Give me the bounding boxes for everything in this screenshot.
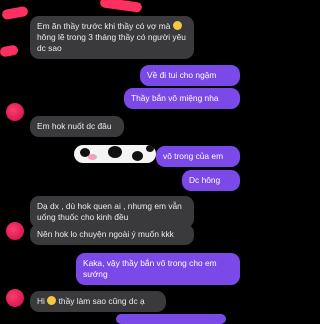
- message-text: hông lẽ trong 3 tháng thầy có người yêu …: [37, 32, 186, 53]
- message-text: Về đi tui cho ngậm: [147, 70, 217, 80]
- outgoing-message: Về đi tui cho ngậm: [140, 65, 240, 86]
- message-text: Em hok nuốt dc đâu: [37, 121, 112, 131]
- cow-pattern-sticker[interactable]: [74, 145, 156, 163]
- incoming-message: Em ăn thầy trước khi thầy có vợ mà hông …: [30, 16, 194, 59]
- message-text: Dc hông: [189, 175, 221, 185]
- message-text: Dạ dx , dù hok quen ai , nhưng em vẫn uố…: [37, 201, 182, 222]
- message-text: thầy làm sao cũng dc ạ: [58, 296, 145, 306]
- contact-avatar[interactable]: [6, 289, 24, 307]
- incoming-message: Em hok nuốt dc đâu: [30, 116, 124, 137]
- message-text: Em ăn thầy trước khi thầy có vợ mà: [37, 21, 171, 31]
- contact-avatar[interactable]: [6, 222, 24, 240]
- redaction-scribble: [99, 0, 143, 13]
- outgoing-message: Dc hông: [182, 170, 240, 191]
- redaction-scribble: [1, 5, 29, 21]
- smiling-emoji-icon: [47, 296, 57, 305]
- outgoing-message-partial: [116, 314, 226, 324]
- outgoing-message: Thầy bắn vô miệng nha: [124, 88, 240, 109]
- message-text: Hi: [37, 296, 45, 306]
- incoming-message: Hi thầy làm sao cũng dc ạ: [30, 291, 166, 312]
- redaction-scribble: [0, 44, 19, 58]
- laughing-emoji-icon: [172, 21, 182, 30]
- message-text: Nên hok lo chuyện ngoài ý muốn kkk: [37, 229, 174, 239]
- message-text: Kaka, vậy thầy bắn vô trong cho em sướng: [83, 258, 217, 279]
- incoming-message: Nên hok lo chuyện ngoài ý muốn kkk: [30, 224, 194, 245]
- contact-avatar[interactable]: [6, 103, 24, 121]
- outgoing-message: vô trong của em: [156, 146, 240, 167]
- message-text: vô trong của em: [163, 151, 224, 161]
- message-text: Thầy bắn vô miệng nha: [131, 93, 219, 103]
- outgoing-message: Kaka, vậy thầy bắn vô trong cho em sướng: [76, 253, 240, 285]
